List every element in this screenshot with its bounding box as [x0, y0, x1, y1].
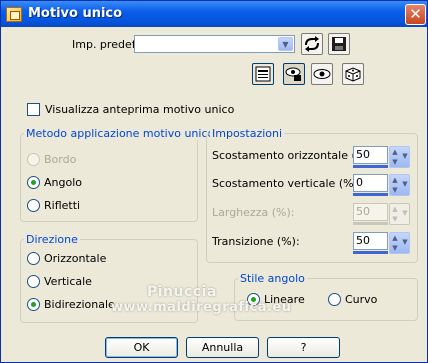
offset-h-spinner[interactable]: 50 ▲ ▼ ▼ — [353, 146, 410, 168]
radio-bidirezionale[interactable] — [27, 298, 40, 311]
cancel-button[interactable]: Annulla — [186, 337, 259, 358]
radio-angolo-label: Angolo — [44, 176, 82, 189]
offset-v-buttons[interactable]: ▲ ▼ ▼ — [389, 174, 410, 196]
spin-up-icon[interactable]: ▲ — [390, 176, 400, 185]
offset-h-slider[interactable] — [353, 165, 388, 168]
eye-icon[interactable] — [311, 63, 333, 85]
ok-button[interactable]: OK — [105, 337, 178, 358]
app-icon — [6, 7, 22, 22]
radio-rifletti[interactable] — [27, 199, 40, 212]
chevron-down-icon: ▼ — [402, 209, 408, 217]
chevron-down-icon[interactable]: ▼ — [400, 180, 410, 188]
spin-down-icon[interactable]: ▼ — [390, 244, 400, 253]
direzione-group-title: Direzione — [24, 233, 80, 246]
radio-verticale-label: Verticale — [44, 275, 92, 288]
radio-verticale[interactable] — [27, 275, 40, 288]
offset-h-input[interactable]: 50 — [353, 146, 388, 164]
dialog-window: Motivo unico ✕ Imp. predef.: ▼ Visualizz… — [0, 0, 428, 363]
offset-v-input[interactable]: 0 — [353, 174, 388, 192]
preset-label: Imp. predef.: — [72, 38, 142, 51]
width-spinner: 50 ▲ ▼ ▼ — [353, 203, 410, 225]
radio-orizzontale-label: Orizzontale — [44, 252, 107, 265]
spin-down-icon[interactable]: ▼ — [390, 158, 400, 167]
radio-angolo[interactable] — [27, 176, 40, 189]
eye-lock-icon[interactable] — [283, 63, 305, 85]
radio-bordo[interactable] — [27, 153, 40, 166]
offset-v-label: Scostamento verticale (%): — [212, 177, 362, 190]
offset-h-label: Scostamento orizzontale (%): — [212, 149, 375, 162]
spin-up-icon: ▲ — [392, 205, 398, 213]
preset-combo[interactable]: ▼ — [134, 35, 295, 53]
chevron-down-icon[interactable]: ▼ — [278, 37, 293, 51]
metodo-group-title: Metodo applicazione motivo unico — [24, 127, 217, 140]
offset-h-buttons[interactable]: ▲ ▼ ▼ — [389, 146, 410, 168]
radio-curvo[interactable] — [328, 293, 341, 306]
radio-bordo-label: Bordo — [44, 153, 77, 166]
spin-up-icon[interactable]: ▲ — [390, 234, 400, 243]
preview-label[interactable]: Visualizza anteprima motivo unico — [45, 103, 234, 116]
help-button[interactable]: ? — [267, 337, 340, 358]
watermark-url: www.maldiregrafica.eu — [111, 300, 292, 315]
window-title: Motivo unico — [28, 6, 123, 21]
watermark-name: Pinuccia — [147, 284, 217, 300]
offset-v-spinner[interactable]: 0 ▲ ▼ ▼ — [353, 174, 410, 196]
chevron-down-icon[interactable]: ▼ — [400, 152, 410, 160]
transition-input[interactable]: 50 — [353, 232, 388, 250]
width-label: Larghezza (%): — [212, 206, 295, 219]
chevron-down-icon[interactable]: ▼ — [400, 238, 410, 246]
width-slider — [353, 222, 388, 225]
radio-orizzontale[interactable] — [27, 252, 40, 265]
list-icon[interactable] — [252, 63, 274, 85]
dice-icon[interactable] — [342, 63, 364, 85]
transition-spinner[interactable]: 50 ▲ ▼ ▼ — [353, 232, 410, 254]
spin-down-icon[interactable]: ▼ — [390, 186, 400, 195]
transition-label: Transizione (%): — [212, 235, 300, 248]
spin-down-icon: ▼ — [392, 215, 398, 223]
radio-curvo-label: Curvo — [345, 293, 378, 306]
radio-rifletti-label: Rifletti — [44, 199, 81, 212]
offset-v-slider[interactable] — [353, 193, 388, 196]
transition-slider[interactable] — [353, 251, 388, 254]
spin-up-icon[interactable]: ▲ — [390, 148, 400, 157]
preview-checkbox[interactable] — [27, 103, 40, 116]
transition-buttons[interactable]: ▲ ▼ ▼ — [389, 232, 410, 254]
stile-angolo-group-title: Stile angolo — [238, 272, 307, 285]
save-icon[interactable] — [328, 33, 350, 55]
close-button[interactable]: ✕ — [405, 4, 426, 25]
reset-icon[interactable] — [301, 33, 323, 55]
radio-bidirezionale-label: Bidirezionale — [44, 298, 115, 311]
width-input: 50 — [353, 203, 388, 221]
width-buttons: ▲ ▼ ▼ — [389, 203, 410, 225]
title-bar[interactable]: Motivo unico ✕ — [1, 1, 427, 27]
impostazioni-group-title: Impostazioni — [210, 127, 285, 140]
